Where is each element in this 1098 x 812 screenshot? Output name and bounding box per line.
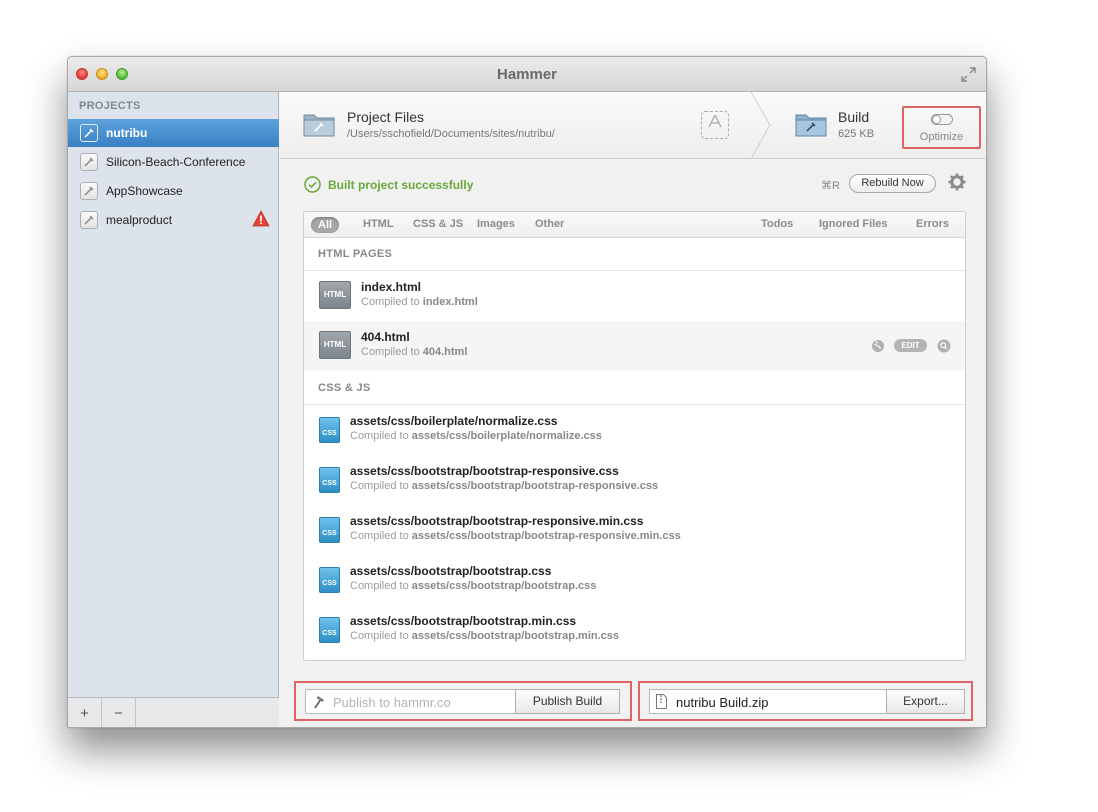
css-file-icon: CSS [319, 467, 340, 493]
fullscreen-icon[interactable] [961, 67, 976, 82]
file-name: assets/css/boilerplate/normalize.css [350, 414, 558, 428]
filter-todos[interactable]: Todos [761, 218, 793, 230]
file-row[interactable]: CSS assets/css/bootstrap/bootstrap.min.c… [304, 605, 965, 655]
hammer-icon [80, 211, 98, 229]
optimize-label: Optimize [919, 131, 964, 143]
file-compiled-to: Compiled to assets/css/bootstrap/bootstr… [350, 630, 619, 642]
sidebar-footer: + − [68, 697, 279, 727]
file-row[interactable]: CSS assets/css/bootstrap/bootstrap.css C… [304, 555, 965, 605]
hammer-icon [80, 124, 98, 142]
css-file-icon: CSS [319, 417, 340, 443]
bottom-bar: Publish to hammr.co Publish Build nutrib… [280, 681, 986, 727]
title-bar: Hammer [68, 57, 986, 92]
projects-header: PROJECTS [79, 100, 141, 112]
project-path[interactable]: /Users/sschofield/Documents/sites/nutrib… [347, 128, 555, 140]
toggle-knob [932, 115, 941, 124]
file-compiled-to: Compiled to index.html [361, 296, 478, 308]
publish-placeholder: Publish to hammr.co [333, 695, 451, 710]
publish-url-input[interactable]: Publish to hammr.co [305, 689, 516, 714]
file-row[interactable]: HTML index.html Compiled to index.html [304, 271, 965, 321]
export-filename-field[interactable]: nutribu Build.zip [649, 689, 887, 714]
html-file-icon: HTML [319, 281, 351, 309]
projects-sidebar: PROJECTS nutribu Silicon-Beach-Conferenc… [68, 92, 279, 727]
file-row[interactable]: CSS assets/css/boilerplate/normalize.css… [304, 405, 965, 455]
optimize-highlight: Optimize [902, 106, 981, 149]
file-compiled-to: Compiled to assets/css/bootstrap/bootstr… [350, 480, 659, 492]
file-name: index.html [361, 280, 422, 294]
project-files-title: Project Files [347, 109, 425, 125]
project-item-mealproduct[interactable]: mealproduct [68, 206, 279, 234]
file-row[interactable]: CSS assets/css/bootstrap/bootstrap-respo… [304, 505, 965, 555]
html-file-icon: HTML [319, 331, 351, 359]
filter-html[interactable]: HTML [363, 218, 394, 230]
project-item-appshowcase[interactable]: AppShowcase [68, 177, 279, 205]
gear-icon[interactable] [948, 173, 966, 191]
edit-button[interactable]: EDIT [894, 339, 927, 352]
project-label: AppShowcase [106, 184, 183, 198]
filter-ignored-files[interactable]: Ignored Files [819, 218, 887, 230]
file-name: assets/css/bootstrap/bootstrap.min.css [350, 614, 577, 628]
warning-triangle-icon[interactable] [252, 210, 270, 227]
export-filename: nutribu Build.zip [676, 695, 769, 710]
section-css-js: CSS & JS [304, 372, 965, 405]
zip-file-icon [656, 694, 667, 709]
project-label: Silicon-Beach-Conference [106, 155, 246, 169]
file-row[interactable]: HTML 404.html Compiled to 404.html EDIT [304, 321, 965, 371]
rebuild-shortcut: ⌘R [821, 180, 840, 192]
add-project-button[interactable]: + [68, 698, 102, 727]
build-title: Build [838, 109, 870, 125]
project-item-silicon-beach-conference[interactable]: Silicon-Beach-Conference [68, 148, 279, 176]
hammer-icon [80, 182, 98, 200]
build-size: 625 KB [838, 128, 875, 140]
rebuild-now-button[interactable]: Rebuild Now [849, 174, 936, 193]
remove-project-button[interactable]: − [102, 698, 136, 727]
export-highlight: nutribu Build.zip Export... [638, 681, 973, 721]
chevron-divider [750, 91, 772, 160]
window-title: Hammer [496, 66, 558, 83]
app-store-placeholder-icon[interactable] [701, 111, 729, 139]
file-compiled-to: Compiled to assets/css/boilerplate/norma… [350, 430, 602, 442]
optimize-toggle[interactable] [931, 114, 953, 125]
project-folder-icon[interactable] [303, 111, 335, 137]
file-compiled-to: Compiled to 404.html [361, 346, 468, 358]
project-label: mealproduct [106, 213, 173, 227]
file-name: assets/css/bootstrap/bootstrap-responsiv… [350, 514, 644, 528]
file-name: assets/css/bootstrap/bootstrap.css [350, 564, 552, 578]
css-file-icon: CSS [319, 517, 340, 543]
main-area: Project Files /Users/sschofield/Document… [280, 91, 986, 727]
filter-bar: All HTML CSS & JS Images Other Todos Ign… [304, 212, 965, 238]
hammer-icon [313, 694, 326, 712]
section-html-pages: HTML PAGES [304, 238, 965, 271]
filter-errors[interactable]: Errors [916, 218, 949, 230]
build-folder-icon[interactable] [795, 111, 827, 137]
hammer-window: Hammer PROJECTS nutribu Silicon-Beach-Co… [67, 56, 987, 728]
file-name: 404.html [361, 330, 410, 344]
check-circle-icon [304, 176, 321, 193]
file-row[interactable]: CSS assets/css/bootstrap/bootstrap-respo… [304, 455, 965, 505]
project-item-nutribu[interactable]: nutribu [68, 119, 279, 147]
build-status-message: Built project successfully [328, 178, 474, 192]
file-compiled-to: Compiled to assets/css/bootstrap/bootstr… [350, 580, 597, 592]
filter-images[interactable]: Images [477, 218, 515, 230]
search-icon[interactable] [937, 339, 951, 353]
css-file-icon: CSS [319, 617, 340, 643]
path-bar: Project Files /Users/sschofield/Document… [280, 91, 986, 160]
hammer-icon [80, 153, 98, 171]
file-compiled-to: Compiled to assets/css/bootstrap/bootstr… [350, 530, 681, 542]
publish-build-button[interactable]: Publish Build [515, 689, 620, 714]
filter-css-js[interactable]: CSS & JS [413, 218, 463, 230]
file-name: assets/css/bootstrap/bootstrap-responsiv… [350, 464, 619, 478]
publish-highlight: Publish to hammr.co Publish Build [294, 681, 632, 721]
globe-icon[interactable] [871, 339, 885, 352]
css-file-icon: CSS [319, 567, 340, 593]
status-row: Built project successfully ⌘R Rebuild No… [280, 159, 986, 211]
export-button[interactable]: Export... [886, 689, 965, 714]
filter-other[interactable]: Other [535, 218, 564, 230]
filter-all[interactable]: All [311, 217, 340, 233]
file-list-panel: All HTML CSS & JS Images Other Todos Ign… [303, 211, 966, 661]
project-label: nutribu [106, 126, 148, 140]
